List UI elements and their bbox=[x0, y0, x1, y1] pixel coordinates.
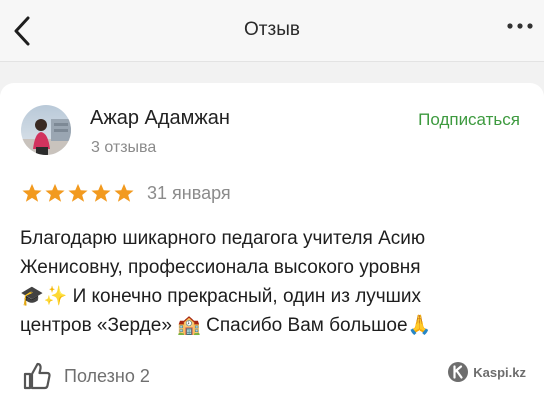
more-dots-icon[interactable] bbox=[506, 21, 534, 31]
helpful-label: Полезно 2 bbox=[64, 365, 150, 386]
author-name[interactable]: Ажар Адамжан bbox=[90, 107, 230, 130]
star-icon bbox=[22, 183, 42, 202]
review-text-line: Женисовну, профессионала высокого уровня bbox=[20, 257, 421, 278]
avatar[interactable] bbox=[21, 105, 71, 155]
watermark-text: Kaspi.kz bbox=[473, 364, 526, 380]
review-text-line: центров «Зерде» 🏫 Спасибо Вам большое🙏 bbox=[20, 315, 432, 336]
star-icon bbox=[91, 183, 111, 202]
top-nav-bar: Отзыв bbox=[0, 0, 544, 62]
review-text-line: 🎓✨ И конечно прекрасный, один из лучших bbox=[20, 286, 422, 307]
review-date: 31 января bbox=[147, 183, 231, 203]
star-rating bbox=[21, 183, 135, 203]
kaspi-logo-icon bbox=[448, 362, 469, 382]
thumbs-up-icon bbox=[23, 362, 51, 390]
author-reviews-count: 3 отзыва bbox=[91, 139, 157, 156]
review-text-line: Благодарю шикарного педагога учителя Аси… bbox=[20, 228, 426, 249]
subscribe-button[interactable]: Подписаться bbox=[418, 110, 520, 130]
helpful-button[interactable]: Полезно 2 bbox=[22, 361, 150, 391]
review-text: Благодарю шикарного педагога учителя Аси… bbox=[20, 224, 520, 340]
page-title: Отзыв bbox=[244, 19, 300, 40]
kaspi-watermark: Kaspi.kz bbox=[447, 361, 526, 383]
star-icon bbox=[114, 183, 134, 202]
star-icon bbox=[68, 183, 88, 202]
star-icon bbox=[45, 183, 65, 202]
review-card: Ажар Адамжан 3 отзыва Подписаться 31 янв… bbox=[0, 83, 544, 406]
